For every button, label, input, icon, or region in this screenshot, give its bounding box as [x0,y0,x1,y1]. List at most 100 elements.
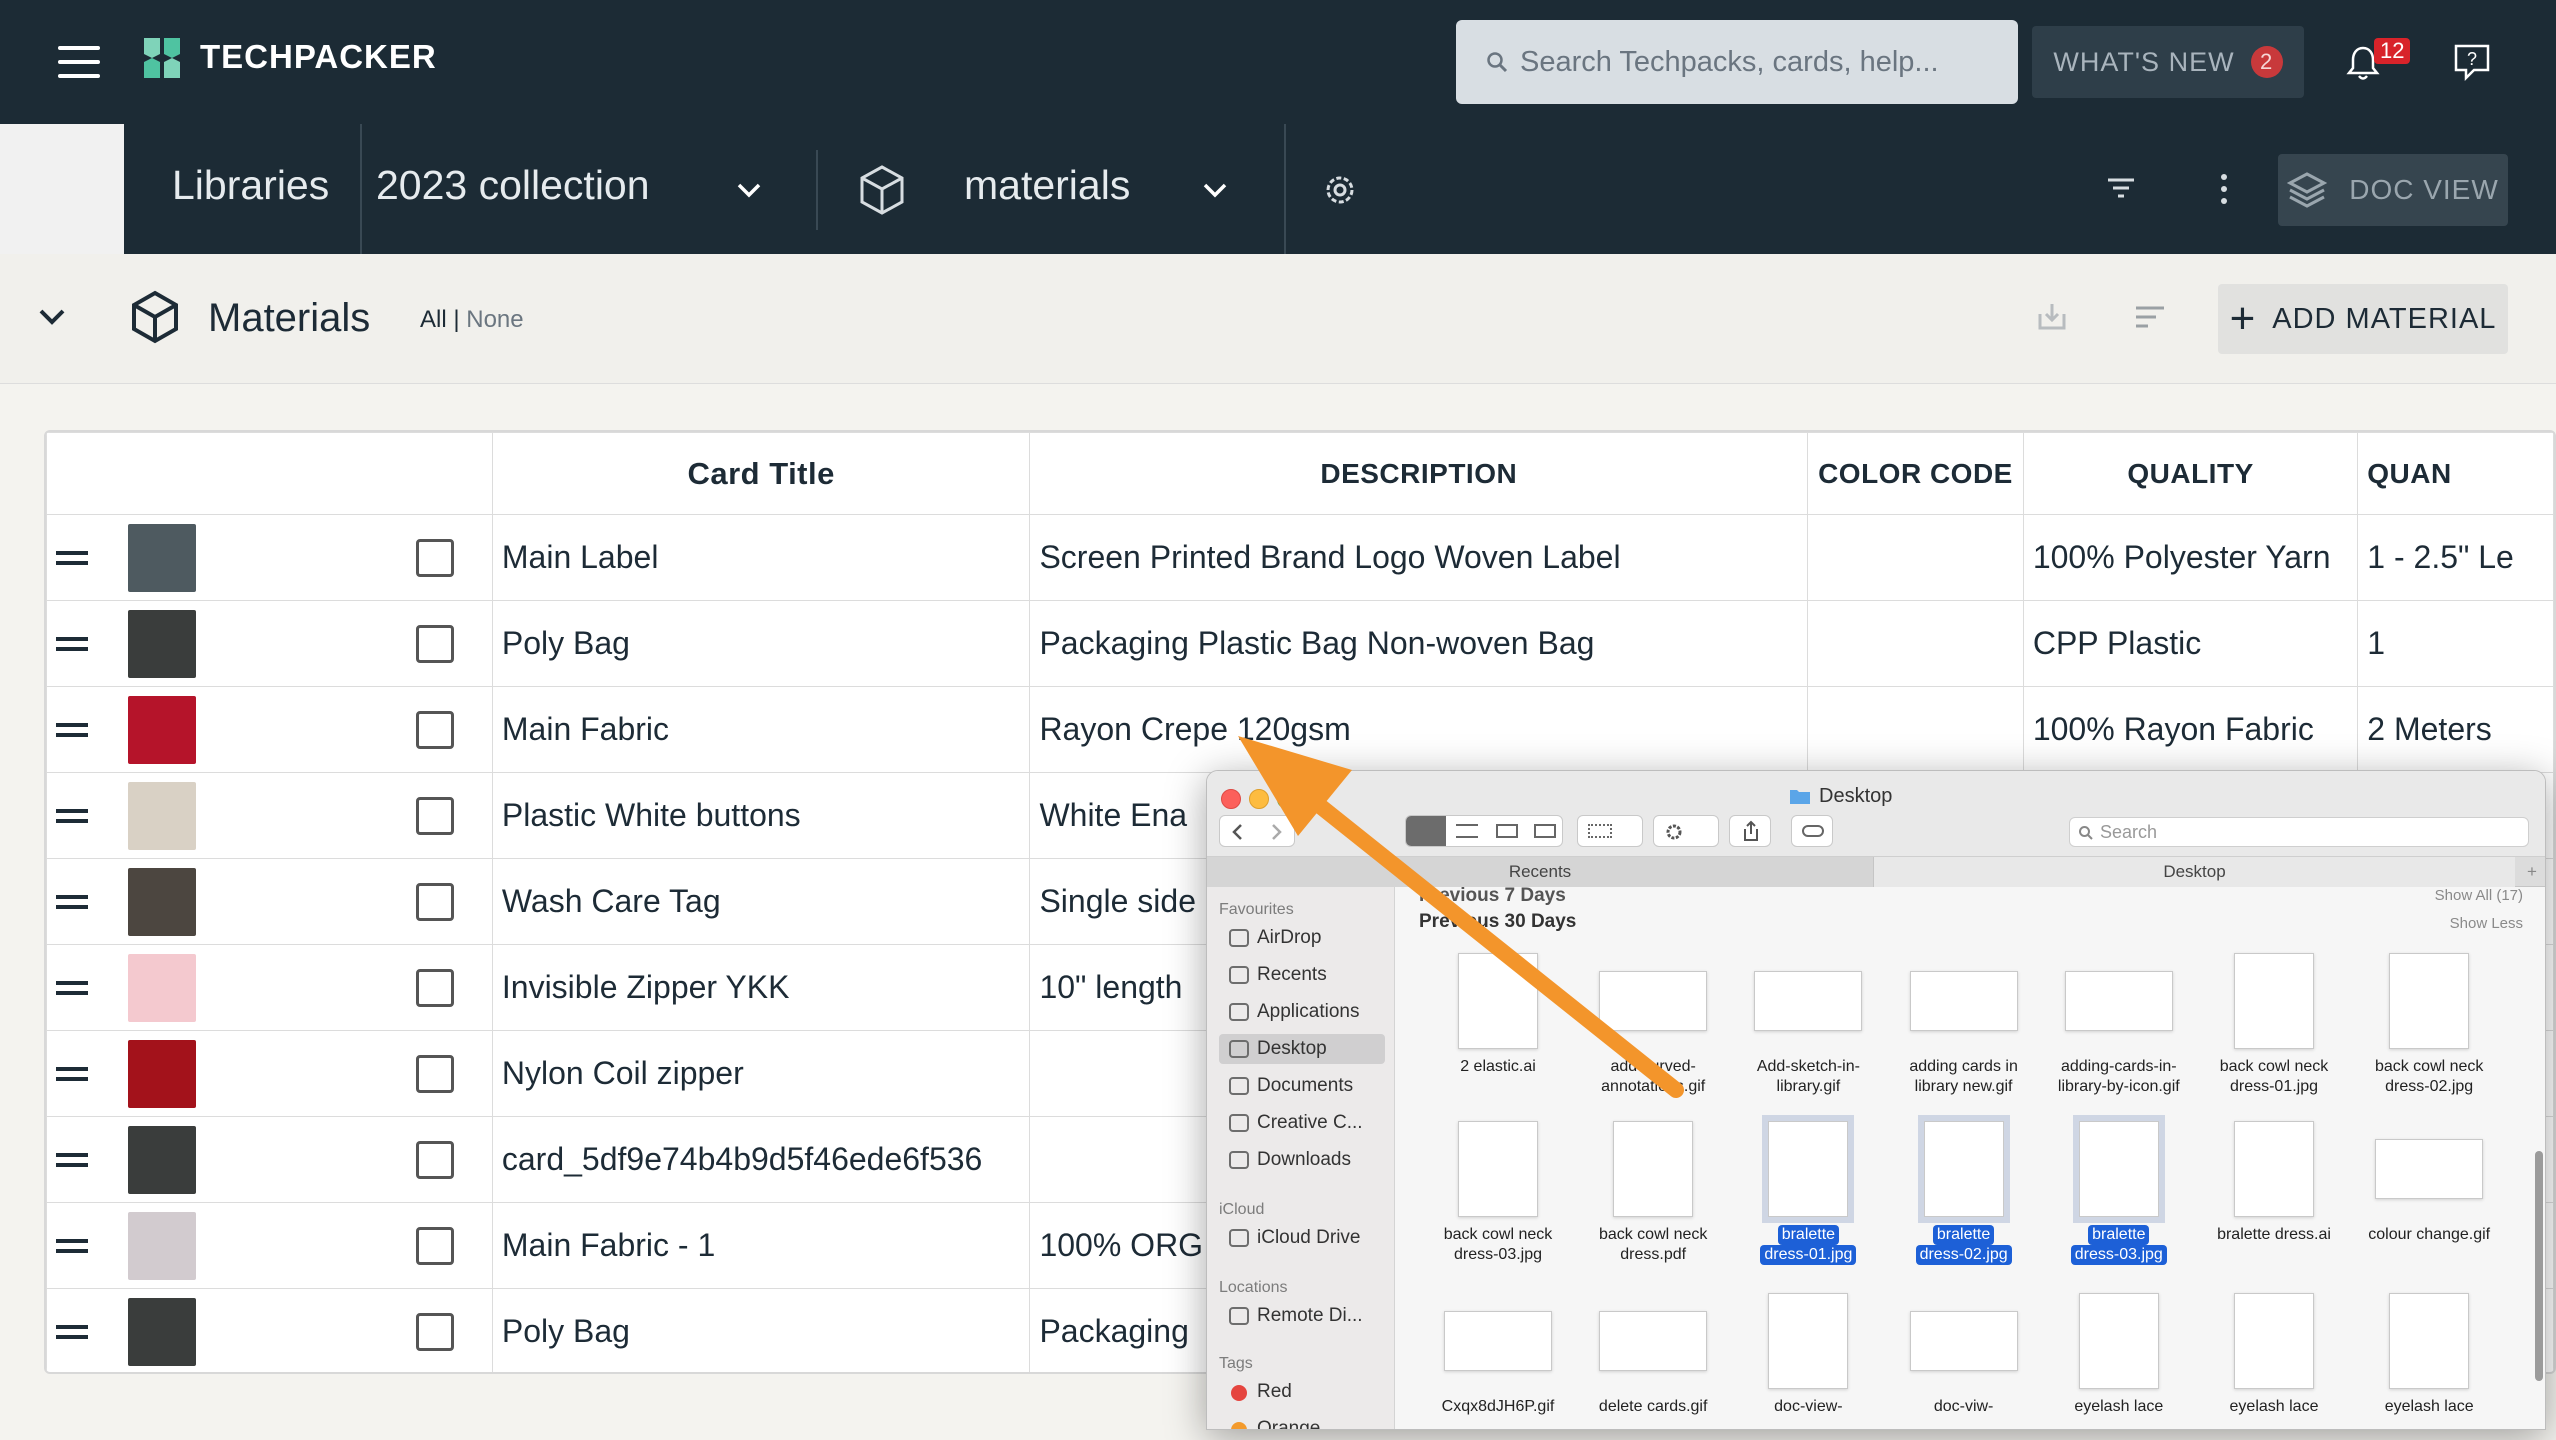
help-chat-icon[interactable]: ? [2452,42,2492,82]
cell-quantity[interactable]: 1 - 2.5" Le [2357,514,2554,601]
file-item[interactable]: add-curved-annotations.gif [1578,953,1728,1097]
material-thumbnail[interactable] [128,1039,196,1108]
cell-description[interactable]: Packaging Plastic Bag Non-woven Bag [1029,600,1809,687]
file-item[interactable]: doc-viw- [1889,1293,2039,1417]
cell-card-title[interactable]: Plastic White buttons [491,772,1031,859]
row-checkbox[interactable] [416,1140,454,1179]
chevron-down-icon[interactable] [736,182,762,198]
collapse-chevron-icon[interactable] [38,308,66,326]
row-checkbox[interactable] [416,1226,454,1265]
sidebar-item-downloads[interactable]: Downloads [1219,1145,1385,1175]
cell-description[interactable]: Screen Printed Brand Logo Woven Label [1029,514,1809,601]
file-item[interactable]: delete cards.gif [1578,1293,1728,1417]
tab-desktop[interactable]: Desktop [1873,857,2515,887]
global-search-input[interactable]: Search Techpacks, cards, help... [1456,20,2018,104]
gear-icon[interactable] [1320,170,1360,210]
row-checkbox[interactable] [416,538,454,577]
menu-icon[interactable] [58,46,100,78]
finder-search-input[interactable]: Search [2069,817,2529,847]
row-checkbox[interactable] [416,624,454,663]
file-item[interactable]: back cowl neck dress.pdf [1578,1121,1728,1265]
file-item[interactable]: adding-cards-in-library-by-icon.gif [2044,953,2194,1097]
cell-card-title[interactable]: Main Fabric [491,686,1031,773]
back-forward-buttons[interactable] [1219,815,1295,847]
drag-handle-icon[interactable] [56,545,88,571]
drag-handle-icon[interactable] [56,889,88,915]
cell-quality[interactable]: CPP Plastic [2022,600,2359,687]
drag-handle-icon[interactable] [56,1061,88,1087]
techpacker-logo-icon[interactable] [140,36,184,80]
material-thumbnail[interactable] [128,523,196,592]
cell-color-code[interactable] [1807,600,2024,687]
drag-handle-icon[interactable] [56,803,88,829]
drag-handle-icon[interactable] [56,975,88,1001]
material-thumbnail[interactable] [128,953,196,1022]
add-material-button[interactable]: + ADD MATERIAL [2218,284,2508,354]
doc-view-button[interactable]: DOC VIEW [2278,154,2508,226]
drag-handle-icon[interactable] [56,1233,88,1259]
new-tab-icon[interactable]: + [2517,857,2545,887]
row-checkbox[interactable] [416,1312,454,1351]
materials-selector[interactable]: materials [964,162,1130,209]
cell-card-title[interactable]: Main Label [491,514,1031,601]
view-mode-buttons[interactable] [1405,815,1563,847]
cell-card-title[interactable]: card_5df9e74b4b9d5f46ede6f536 [491,1116,1031,1203]
column-header-description[interactable]: DESCRIPTION [1029,432,1809,515]
sidebar-item-icloud-drive[interactable]: iCloud Drive [1219,1223,1385,1253]
material-thumbnail[interactable] [128,1297,196,1366]
cell-card-title[interactable]: Invisible Zipper YKK [491,944,1031,1031]
sidebar-item-applications[interactable]: Applications [1219,997,1385,1027]
cell-card-title[interactable]: Poly Bag [491,1288,1031,1372]
material-thumbnail[interactable] [128,695,196,764]
row-checkbox[interactable] [416,968,454,1007]
sort-icon[interactable] [2134,304,2166,330]
file-item[interactable]: adding cards in library new.gif [1889,953,2039,1097]
drag-handle-icon[interactable] [56,717,88,743]
file-item[interactable]: eyelash lace [2199,1293,2349,1417]
select-none-link[interactable]: None [466,306,523,333]
material-thumbnail[interactable] [128,867,196,936]
finder-scrollbar[interactable] [2535,1151,2543,1381]
file-item[interactable]: back cowl neck dress-02.jpg [2354,953,2504,1097]
more-options-icon[interactable] [2214,172,2234,206]
drag-handle-icon[interactable] [56,1147,88,1173]
file-item[interactable]: 2 elastic.ai [1423,953,1573,1097]
material-thumbnail[interactable] [128,609,196,678]
cell-card-title[interactable]: Nylon Coil zipper [491,1030,1031,1117]
file-item[interactable]: Cxqx8dJH6P.gif [1423,1293,1573,1417]
row-checkbox[interactable] [416,796,454,835]
file-item[interactable]: bralette dress-01.jpg [1733,1115,1883,1265]
gallery-view-icon[interactable] [1534,824,1556,838]
material-thumbnail[interactable] [128,1211,196,1280]
show-less-link[interactable]: Show Less [2450,915,2523,932]
file-item[interactable]: back cowl neck dress-03.jpg [1423,1121,1573,1265]
cell-quantity[interactable]: 1 [2357,600,2554,687]
table-row[interactable]: Main Label Screen Printed Brand Logo Wove… [46,514,2554,601]
cell-color-code[interactable] [1807,514,2024,601]
cell-quality[interactable]: 100% Polyester Yarn [2022,514,2359,601]
chevron-down-icon[interactable] [1202,182,1228,198]
chevron-right-icon[interactable] [1268,823,1284,841]
sidebar-item-documents[interactable]: Documents [1219,1071,1385,1101]
cell-card-title[interactable]: Wash Care Tag [491,858,1031,945]
column-view-icon[interactable] [1496,824,1518,838]
sidebar-tag-red[interactable]: Red [1219,1377,1385,1407]
libraries-link[interactable]: Libraries [172,162,329,209]
cell-card-title[interactable]: Poly Bag [491,600,1031,687]
cell-description[interactable]: Rayon Crepe 120gsm [1029,686,1809,773]
zoom-window-icon[interactable] [1277,789,1297,809]
column-header-color-code[interactable]: COLOR CODE [1807,432,2024,515]
cell-color-code[interactable] [1807,686,2024,773]
group-button[interactable] [1577,815,1643,847]
cell-quantity[interactable]: 2 Meters [2357,686,2554,773]
file-item[interactable]: bralette dress-03.jpg [2044,1115,2194,1265]
file-item[interactable]: Add-sketch-in-library.gif [1733,953,1883,1097]
row-checkbox[interactable] [416,1054,454,1093]
action-button[interactable] [1653,815,1719,847]
minimize-window-icon[interactable] [1249,789,1269,809]
cell-card-title[interactable]: Main Fabric - 1 [491,1202,1031,1289]
file-item[interactable]: colour change.gif [2354,1121,2504,1265]
close-window-icon[interactable] [1221,789,1241,809]
table-row[interactable]: Poly Bag Packaging Plastic Bag Non-woven … [46,600,2554,687]
row-checkbox[interactable] [416,710,454,749]
